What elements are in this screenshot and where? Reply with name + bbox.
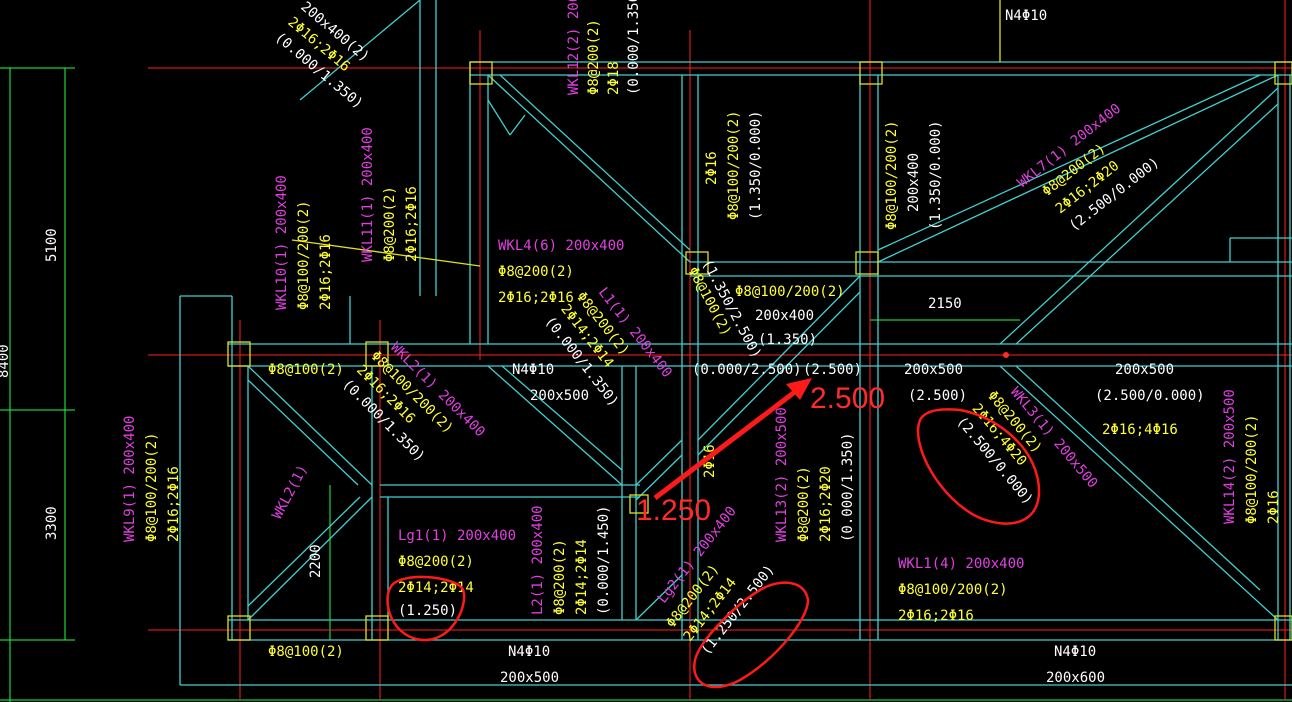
mid-v-stirrup: Φ8@100/200(2)	[726, 110, 742, 220]
lg1-elev: (1.250)	[398, 603, 457, 619]
center-elev: (1.350)	[758, 332, 817, 348]
wkl4-name: WKL4(6) 200x400	[498, 238, 624, 254]
right-bars-b: 2Φ16;4Φ16	[1102, 422, 1178, 438]
center-size: 200x400	[755, 308, 814, 324]
top-right-n-label: N4Φ10	[1005, 8, 1047, 24]
wkl1-bars: 2Φ16;2Φ16	[898, 608, 974, 624]
wkl14-stirrup: Φ8@100/200(2)	[1244, 414, 1260, 524]
wkl13-stirrup: Φ8@200(2)	[796, 466, 812, 542]
wkl10-name: WKL10(1) 200x400	[274, 175, 290, 310]
wkl10-stirrup: Φ8@100/200(2)	[296, 200, 312, 310]
dim-2150: 2150	[928, 296, 962, 312]
right-elev-a: (2.500)	[908, 388, 967, 404]
axis-node-marker	[1003, 352, 1009, 358]
wkl4-stirrup: Φ8@200(2)	[498, 264, 574, 280]
wkl14-bars: 2Φ16	[1266, 490, 1282, 524]
wkl13-name: WKL13(2) 200x500	[774, 407, 790, 542]
bottom-n-b: N4Φ10	[1054, 644, 1096, 660]
wkl1-stirrup: Φ8@100/200(2)	[898, 582, 1008, 598]
right-v-elev: (1.350/0.000)	[928, 120, 944, 230]
right-size-b: 200x500	[1115, 362, 1174, 378]
wkl12-name: WKL12(2) 200x400	[566, 0, 582, 95]
wkl11-bars: 2Φ16;2Φ16	[404, 186, 420, 262]
dim-lower-bay: 3300	[44, 506, 60, 540]
wkl9-bars: 2Φ16;2Φ16	[166, 466, 182, 542]
l2-stirrup: Φ8@200(2)	[552, 539, 568, 615]
dim-total-cut: 8400	[0, 344, 12, 378]
right-v-stirrup: Φ8@100/200(2)	[884, 120, 900, 230]
wkl13-bars: 2Φ16;2Φ20	[818, 466, 834, 542]
l2-bars: 2Φ14;2Φ14	[574, 539, 590, 615]
wkl11-stirrup: Φ8@200(2)	[382, 186, 398, 262]
wkl12-stirrup: Φ8@200(2)	[586, 19, 602, 95]
right-v-size: 200x400	[906, 153, 922, 212]
bottom-n-a: N4Φ10	[508, 644, 550, 660]
center-stirrup: Φ8@100/200(2)	[735, 284, 845, 300]
wkl13-elev: (0.000/1.350)	[840, 432, 856, 542]
lg1-stirrup: Φ8@200(2)	[398, 554, 474, 570]
cad-structural-plan: 5100 3300 8400 2150 2200 200x400(2) 2Φ16…	[0, 0, 1292, 702]
mid-v-bars: 2Φ16	[704, 151, 720, 185]
wkl14-name: WKL14(2) 200x500	[1222, 389, 1238, 524]
wkl4-bars: 2Φ16;2Φ16	[498, 290, 574, 306]
bottom-size-a: 200x500	[500, 670, 559, 686]
mid-size-label: 200x500	[530, 388, 589, 404]
mid-v-elev: (1.350/0.000)	[748, 110, 764, 220]
dim-upper-bay: 5100	[44, 228, 60, 262]
elev-b-label: (2.500)	[803, 362, 862, 378]
mid-n-label: N4Φ10	[512, 362, 554, 378]
bottom-stirrup: Φ8@100(2)	[268, 644, 344, 660]
annotation-elev-high: 2.500	[810, 382, 885, 415]
left-top-stirrup: Φ8@100(2)	[268, 362, 344, 378]
wkl10-bars: 2Φ16;2Φ16	[318, 234, 334, 310]
right-size-a: 200x500	[904, 362, 963, 378]
wkl12-bars: 2Φ18	[606, 61, 622, 95]
wkl1-name: WKL1(4) 200x400	[898, 556, 1024, 572]
annotation-elev-low: 1.250	[636, 494, 711, 527]
l2-elev: (0.000/1.450)	[596, 505, 612, 615]
elev-a-label: (0.000/2.500)	[692, 362, 802, 378]
wkl9-stirrup: Φ8@100/200(2)	[144, 432, 160, 542]
right-elev-b: (2.500/0.000)	[1095, 388, 1205, 404]
dim-2200: 2200	[308, 544, 324, 578]
bottom-size-b: 200x600	[1046, 670, 1105, 686]
l2-name: L2(1) 200x400	[530, 505, 546, 615]
lg1-name: Lg1(1) 200x400	[398, 528, 516, 544]
wkl9-name: WKL9(1) 200x400	[122, 416, 138, 542]
wkl12-elev: (0.000/1.350)	[626, 0, 642, 95]
wkl11-name: WKL11(1) 200x400	[360, 127, 376, 262]
